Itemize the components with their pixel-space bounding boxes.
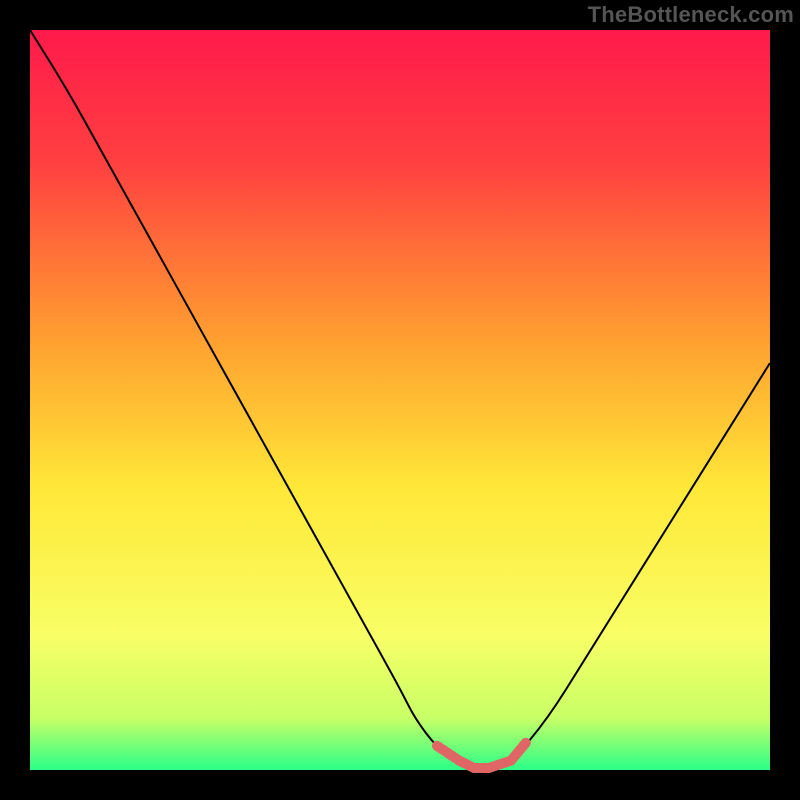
- attribution-text: TheBottleneck.com: [588, 2, 794, 28]
- chart-frame: TheBottleneck.com: [0, 0, 800, 800]
- plot-background: [30, 30, 770, 770]
- chart-svg: [0, 0, 800, 800]
